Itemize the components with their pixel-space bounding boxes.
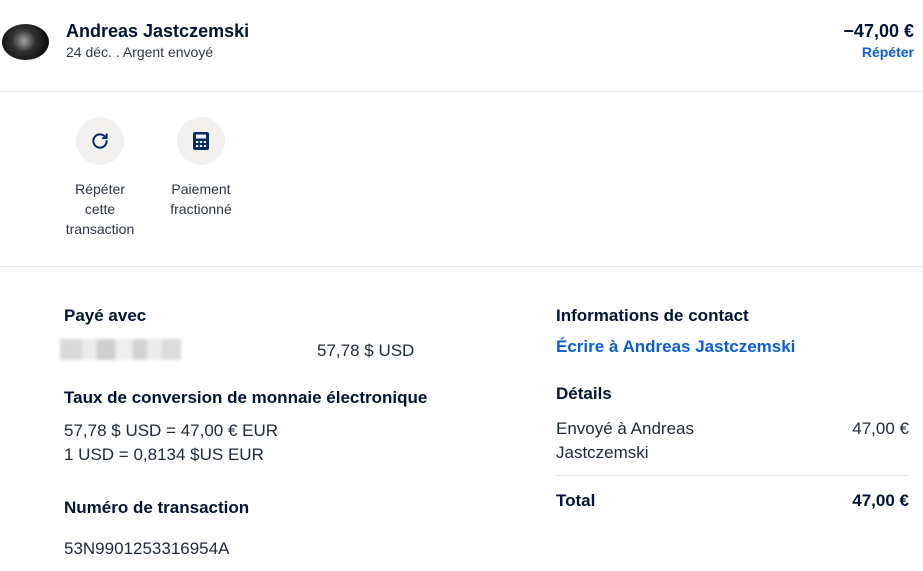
avatar [2,24,49,60]
sent-to-line-1: Envoyé à Andreas [556,419,694,438]
details-divider [556,475,908,476]
sent-to-line-2: Jastczemski [556,443,649,462]
repeat-transaction-button[interactable]: Répéter cette transaction [50,117,150,239]
payment-method-redacted [60,339,181,360]
contact-info-title: Informations de contact [556,306,749,325]
recipient-name: Andreas Jastczemski [66,21,250,41]
repeat-transaction-label: Répéter cette transaction [65,181,135,237]
total-amount: 47,00 € [852,491,909,510]
transaction-amount: −47,00 € [843,21,914,41]
refresh-icon [76,117,124,165]
transaction-number-title: Numéro de transaction [64,498,250,517]
sent-amount: 47,00 € [852,419,909,438]
split-payment-label: Paiement fractionné [170,181,232,217]
conversion-line-2: 1 USD = 0,8134 $US EUR [64,445,264,464]
paid-with-title: Payé avec [64,306,147,325]
calculator-icon [177,117,225,165]
paid-with-amount: 57,78 $ USD [317,341,415,360]
actions-bar: Répéter cette transaction Paiement fract… [0,92,923,267]
split-payment-button[interactable]: Paiement fractionné [151,117,251,219]
conversion-title: Taux de conversion de monnaie électroniq… [64,388,428,407]
transaction-subtitle: 24 déc. . Argent envoyé [66,44,214,60]
repeat-link[interactable]: Répéter [862,44,914,60]
details-title: Détails [556,384,612,403]
write-to-contact-link[interactable]: Écrire à Andreas Jastczemski [556,337,795,357]
transaction-number: 53N9901253316954A [64,539,230,558]
transaction-header: Andreas Jastczemski 24 déc. . Argent env… [0,0,923,92]
conversion-line-1: 57,78 $ USD = 47,00 € EUR [64,421,279,440]
total-label: Total [556,491,596,510]
